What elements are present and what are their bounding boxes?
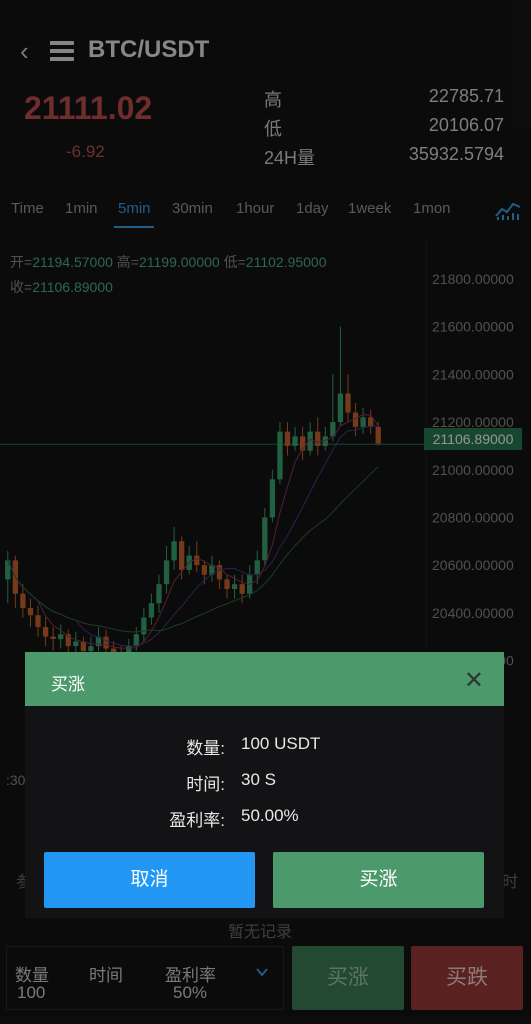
modal-title: 买涨 — [51, 675, 85, 694]
confirm-buy-up-button[interactable]: 买涨 — [273, 852, 484, 908]
modal-time-value: 30 S — [241, 770, 276, 789]
modal-header: 买涨 ✕ — [25, 652, 504, 706]
cancel-button[interactable]: 取消 — [44, 852, 255, 908]
close-icon[interactable]: ✕ — [464, 666, 484, 695]
modal-time-label: 时间: — [186, 775, 225, 794]
confirm-order-modal: 买涨 ✕ 数量: 100 USDT 时间: 30 S 盈利率: 50.00% 取… — [25, 652, 504, 918]
modal-rate-label: 盈利率: — [169, 811, 225, 830]
modal-qty-label: 数量: — [186, 739, 225, 758]
modal-qty-value: 100 USDT — [241, 734, 321, 753]
modal-rate-value: 50.00% — [241, 806, 299, 825]
